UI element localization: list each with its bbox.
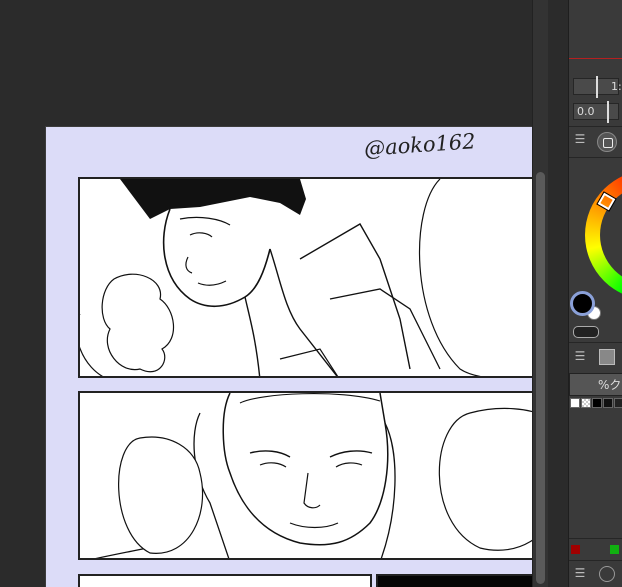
panel-gap [548,0,568,587]
vertical-scrollbar[interactable] [532,0,549,587]
separator [569,157,622,158]
active-indicator-line [569,58,622,59]
main-color-swatch[interactable] [570,291,595,316]
status-marker-red [571,545,580,554]
color-circle-icon[interactable] [597,132,617,152]
comic-panel-2[interactable] [78,391,532,560]
palette-icon[interactable] [599,349,615,365]
swatch-darker[interactable] [614,398,622,408]
panel-2-drawing [95,393,532,558]
signature: @aoko162 [363,129,477,161]
separator [569,342,622,343]
comic-panel-1[interactable] [78,177,532,378]
navigator-icon[interactable] [599,566,615,582]
swatch-transparent[interactable] [581,398,591,408]
canvas-area[interactable]: @aoko162 [0,0,532,587]
bottom-slider-value: 0.0 [577,105,595,118]
panel-1-drawing [80,179,532,376]
swatch-white[interactable] [570,398,580,408]
tab-color-set[interactable]: %ク [569,373,622,396]
hamburger-icon[interactable]: ☰ [572,562,588,584]
status-marker-green [610,545,619,554]
hamburger-icon[interactable]: ☰ [572,128,588,150]
scrollbar-thumb[interactable] [536,172,545,584]
manga-page[interactable]: @aoko162 [45,126,532,587]
hamburger-icon[interactable]: ☰ [572,345,588,367]
comic-panel-3[interactable] [78,574,372,587]
top-slider-knob[interactable] [596,76,598,98]
separator [569,560,622,561]
swap-colors-icon[interactable] [573,326,599,338]
right-side-panel: 1: 0.0 ☰ ☰ %ク ☰ [568,0,622,587]
top-slider-value: 1: [611,80,622,93]
swatch-dark[interactable] [603,398,613,408]
separator [569,538,622,539]
bottom-slider-knob[interactable] [607,101,609,123]
separator [569,126,622,127]
swatch-black[interactable] [592,398,602,408]
comic-panel-4[interactable] [376,574,532,587]
